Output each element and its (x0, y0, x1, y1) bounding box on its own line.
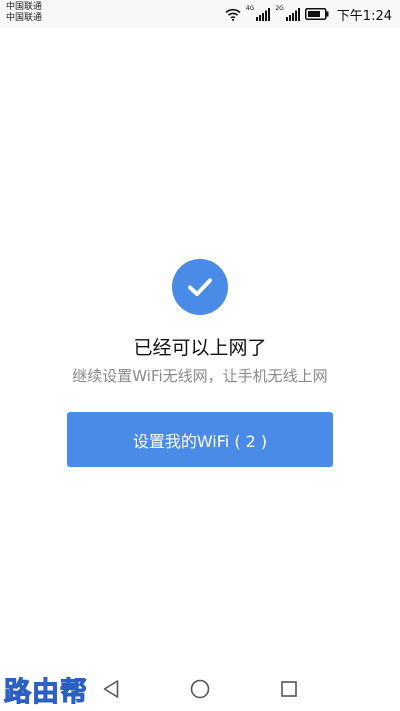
navigation-bar: 路由帮 (0, 666, 400, 711)
carrier-info: 中国联通 中国联通 (6, 2, 42, 24)
status-bar: 中国联通 中国联通 4G 2G 下午1:24 (0, 0, 400, 28)
page-title: 已经可以上网了 (133, 337, 267, 359)
recent-apps-icon[interactable] (278, 678, 300, 700)
carrier-1-label: 中国联通 (6, 2, 43, 12)
watermark-logo: 路由帮 (4, 677, 88, 709)
success-badge (172, 259, 228, 315)
battery-icon (304, 8, 329, 20)
back-icon[interactable] (100, 678, 122, 700)
carrier-2-label: 中国联通 (6, 13, 43, 23)
setup-wifi-button[interactable]: 设置我的WiFi ( 2 ) (67, 412, 333, 467)
network-type-1: 4G (245, 5, 255, 12)
home-icon[interactable] (189, 678, 211, 700)
check-icon (188, 278, 212, 296)
page-subtitle: 继续设置WiFi无线网，让手机无线上网 (72, 367, 328, 385)
network-type-2: 2G (275, 5, 284, 12)
clock: 下午1:24 (336, 8, 392, 24)
setup-wifi-button-label: 设置我的WiFi ( 2 ) (132, 431, 268, 451)
signal-icon (285, 7, 300, 21)
wifi-icon (225, 8, 241, 21)
status-icons: 4G 2G 下午1:24 (225, 5, 392, 24)
signal-icon (256, 7, 271, 21)
